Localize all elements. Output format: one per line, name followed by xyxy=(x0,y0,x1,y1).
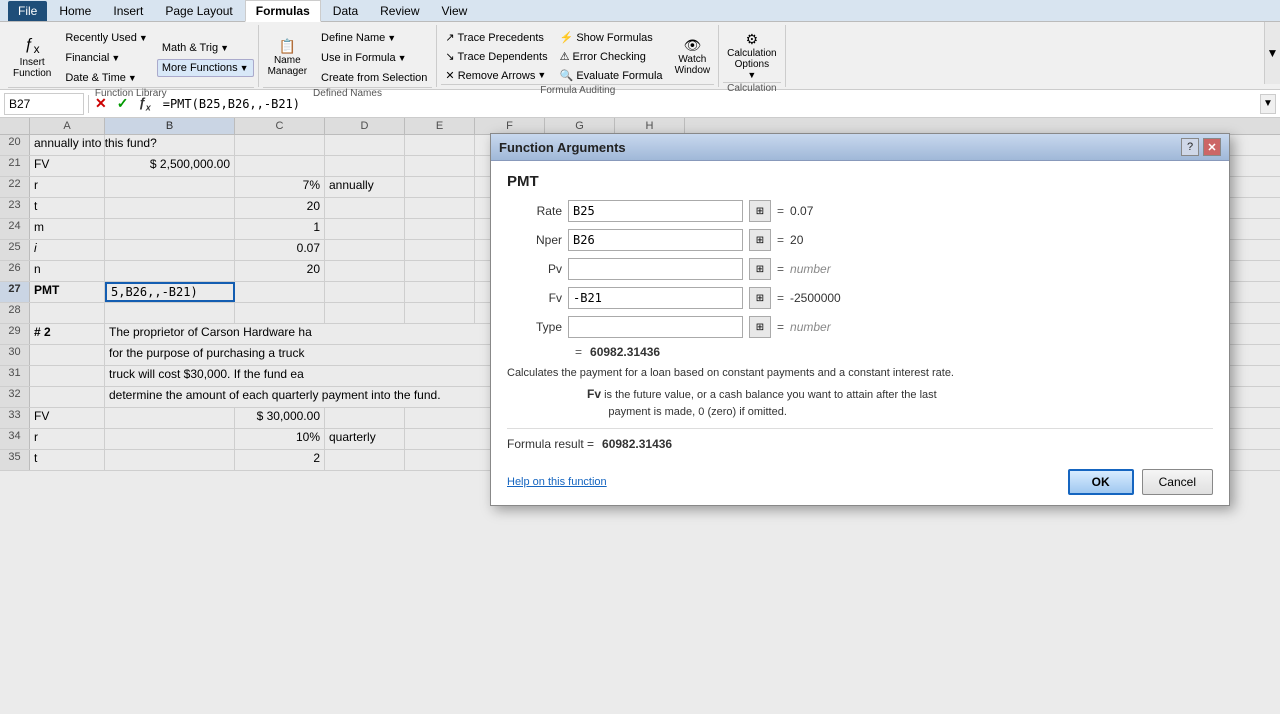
show-formulas-button[interactable]: ⚡ Show Formulas xyxy=(556,29,667,46)
arg-input-pv[interactable] xyxy=(568,258,743,280)
dialog-close-btn[interactable]: ✕ xyxy=(1203,138,1221,156)
group-calculation: ⚙ Calculation Options ▼ Calculation xyxy=(719,25,785,87)
group-label-calculation: Calculation xyxy=(723,82,780,95)
ok-button[interactable]: OK xyxy=(1068,469,1134,495)
fv-description: Fv is the future value, or a cash balanc… xyxy=(587,385,1167,420)
calculation-options-button[interactable]: ⚙ Calculation Options ▼ xyxy=(723,29,780,82)
help-link[interactable]: Help on this function xyxy=(507,476,607,488)
watch-window-button[interactable]: 👁 Watch Window xyxy=(671,35,715,78)
arg-label-type: Type xyxy=(507,320,562,334)
function-name-label: PMT xyxy=(507,173,1213,190)
dialog-titlebar: Function Arguments ? ✕ xyxy=(491,134,1229,161)
arg-row-fv: Fv ⊞ = -2500000 xyxy=(507,287,1213,309)
arg-val-nper: 20 xyxy=(790,233,803,247)
error-checking-button[interactable]: ⚠ Error Checking xyxy=(556,48,667,65)
formula-result-row: Formula result = 60982.31436 xyxy=(507,437,1213,451)
more-functions-button[interactable]: More Functions▼ xyxy=(157,59,254,77)
arg-eq-type: = xyxy=(777,320,784,334)
arg-eq-pv: = xyxy=(777,262,784,276)
arg-label-fv: Fv xyxy=(507,291,562,305)
arg-label-rate: Rate xyxy=(507,204,562,218)
arg-input-rate[interactable] xyxy=(568,200,743,222)
tab-insert[interactable]: Insert xyxy=(103,1,153,21)
trace-precedents-button[interactable]: ↗ Trace Precedents xyxy=(441,29,551,46)
ribbon-scroll-right[interactable]: ▼ xyxy=(1264,22,1280,84)
remove-arrows-button[interactable]: ✕ Remove Arrows▼ xyxy=(441,67,551,84)
group-formula-auditing: ↗ Trace Precedents ↘ Trace Dependents ✕ … xyxy=(437,25,719,87)
arg-refbtn-pv[interactable]: ⊞ xyxy=(749,258,771,280)
financial-button[interactable]: Financial▼ xyxy=(60,49,152,67)
arg-row-type: Type ⊞ = number xyxy=(507,316,1213,338)
use-in-formula-button[interactable]: Use in Formula▼ xyxy=(316,49,432,67)
math-trig-button[interactable]: Math & Trig▼ xyxy=(157,39,254,57)
dialog-help-btn[interactable]: ? xyxy=(1181,138,1199,156)
cancel-button[interactable]: Cancel xyxy=(1142,469,1213,495)
arg-label-pv: Pv xyxy=(507,262,562,276)
evaluate-formula-button[interactable]: 🔍 Evaluate Formula xyxy=(556,67,667,84)
insert-function-button[interactable]: ƒx Insert Function xyxy=(8,33,56,81)
tab-view[interactable]: View xyxy=(432,1,478,21)
tab-file[interactable]: File xyxy=(8,1,47,21)
arg-refbtn-rate[interactable]: ⊞ xyxy=(749,200,771,222)
tab-home[interactable]: Home xyxy=(49,1,101,21)
group-label-defined-names: Defined Names xyxy=(263,87,433,100)
create-from-selection-button[interactable]: Create from Selection xyxy=(316,69,432,87)
arg-row-nper: Nper ⊞ = 20 xyxy=(507,229,1213,251)
function-arguments-dialog: Function Arguments ? ✕ PMT Rate ⊞ = 0.07… xyxy=(490,133,1230,506)
formula-result-label: Formula result = xyxy=(507,437,594,451)
formula-bar-scroll[interactable]: ▼ xyxy=(1260,94,1276,114)
arg-eq-nper: = xyxy=(777,233,784,247)
group-defined-names: 📋 Name Manager Define Name▼ Use in Formu… xyxy=(259,25,438,87)
arg-row-pv: Pv ⊞ = number xyxy=(507,258,1213,280)
name-manager-button[interactable]: 📋 Name Manager xyxy=(263,35,312,80)
arg-input-fv[interactable] xyxy=(568,287,743,309)
tab-data[interactable]: Data xyxy=(323,1,368,21)
arg-eq-rate: = xyxy=(777,204,784,218)
calc-result-val: 60982.31436 xyxy=(590,345,660,359)
group-label-function-library: Function Library xyxy=(8,87,254,100)
formula-result-value: 60982.31436 xyxy=(602,437,672,451)
group-label-formula-auditing: Formula Auditing xyxy=(441,84,714,97)
function-description: Calculates the payment for a loan based … xyxy=(507,367,1187,379)
arg-refbtn-type[interactable]: ⊞ xyxy=(749,316,771,338)
recently-used-button[interactable]: Recently Used▼ xyxy=(60,29,152,47)
define-name-button[interactable]: Define Name▼ xyxy=(316,29,432,47)
tab-page-layout[interactable]: Page Layout xyxy=(155,1,242,21)
group-function-library: ƒx Insert Function Recently Used▼ Financ… xyxy=(4,25,259,87)
dialog-title: Function Arguments xyxy=(499,140,626,155)
arg-input-type[interactable] xyxy=(568,316,743,338)
arg-row-rate: Rate ⊞ = 0.07 xyxy=(507,200,1213,222)
calc-result-row: = 60982.31436 xyxy=(575,345,1213,359)
arg-refbtn-nper[interactable]: ⊞ xyxy=(749,229,771,251)
datetime-button[interactable]: Date & Time▼ xyxy=(60,69,152,87)
arg-input-nper[interactable] xyxy=(568,229,743,251)
arg-val-type: number xyxy=(790,320,831,334)
arg-eq-fv: = xyxy=(777,291,784,305)
tab-formulas[interactable]: Formulas xyxy=(245,0,321,22)
arg-val-fv: -2500000 xyxy=(790,291,841,305)
arg-label-nper: Nper xyxy=(507,233,562,247)
trace-dependents-button[interactable]: ↘ Trace Dependents xyxy=(441,48,551,65)
tab-review[interactable]: Review xyxy=(370,1,429,21)
arg-val-rate: 0.07 xyxy=(790,204,813,218)
calc-result-eq: = xyxy=(575,345,582,359)
arg-val-pv: number xyxy=(790,262,831,276)
arg-refbtn-fv[interactable]: ⊞ xyxy=(749,287,771,309)
